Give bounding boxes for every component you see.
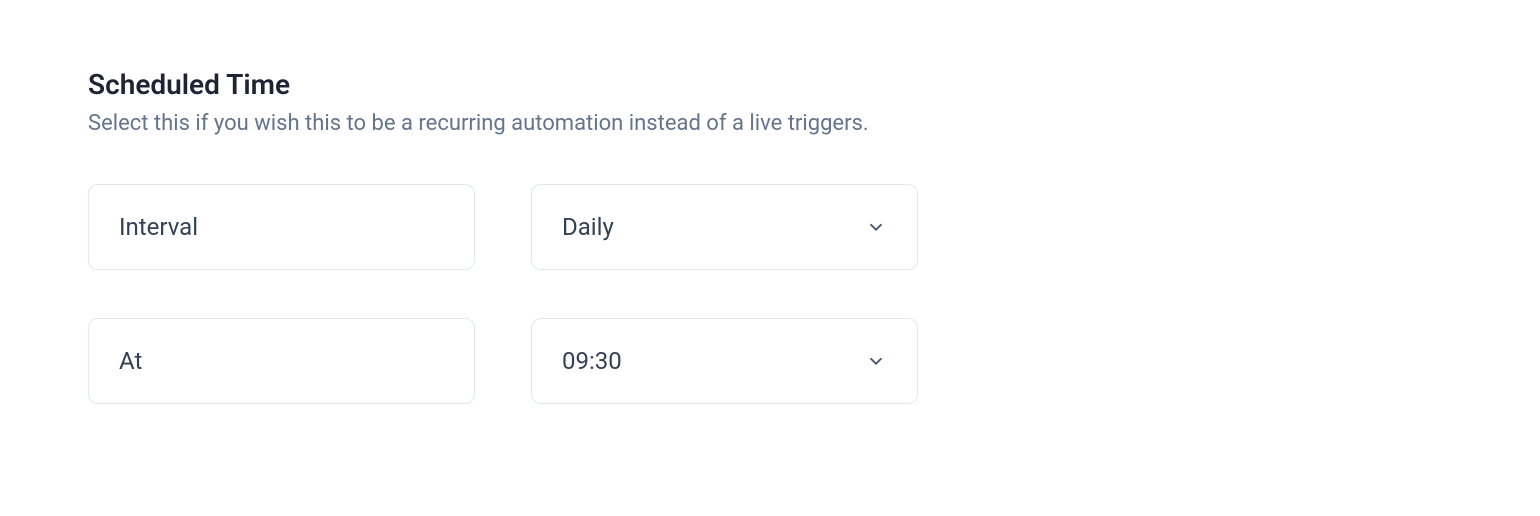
- at-label-box: At: [88, 318, 475, 404]
- at-value: 09:30: [562, 347, 887, 375]
- interval-row: Interval Daily: [88, 184, 1452, 270]
- interval-label-box: Interval: [88, 184, 475, 270]
- scheduled-time-section: Scheduled Time Select this if you wish t…: [88, 68, 1452, 404]
- chevron-down-icon: [865, 350, 887, 372]
- interval-select[interactable]: Daily: [531, 184, 918, 270]
- interval-value: Daily: [562, 213, 887, 241]
- at-row: At 09:30: [88, 318, 1452, 404]
- at-label: At: [119, 347, 142, 375]
- section-description: Select this if you wish this to be a rec…: [88, 109, 1452, 140]
- interval-label: Interval: [119, 213, 198, 241]
- chevron-down-icon: [865, 216, 887, 238]
- at-select[interactable]: 09:30: [531, 318, 918, 404]
- section-title: Scheduled Time: [88, 68, 1452, 101]
